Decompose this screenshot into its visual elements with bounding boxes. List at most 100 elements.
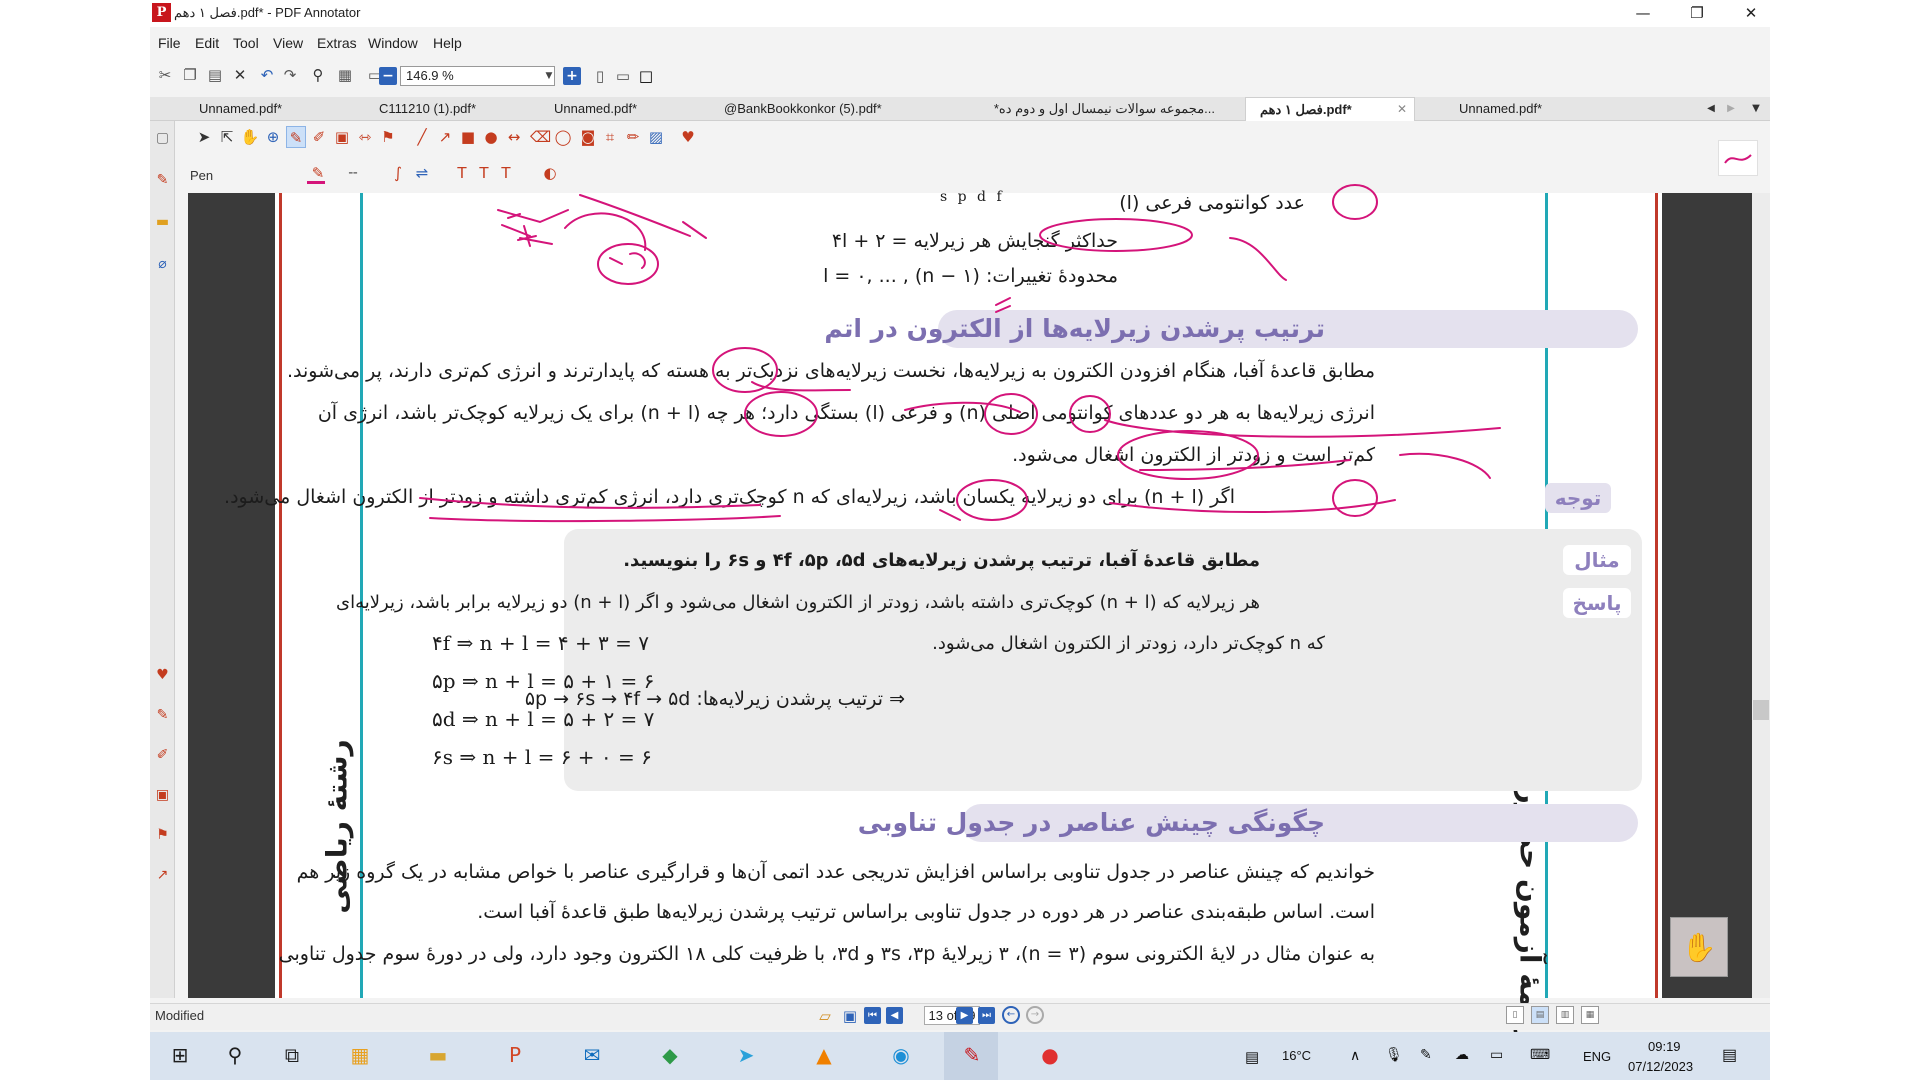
shape-recognition-icon[interactable]: ⇌ bbox=[412, 162, 432, 184]
page-thumbnail-icon[interactable]: ▢ bbox=[153, 129, 172, 148]
text-box-icon[interactable]: ▣ bbox=[332, 126, 352, 148]
continuous-view-icon[interactable]: ▤ bbox=[1531, 1006, 1549, 1024]
file-explorer-icon[interactable]: ▬ bbox=[423, 1040, 453, 1070]
text-underline-icon[interactable]: T bbox=[452, 162, 472, 184]
pen-tool-icon[interactable]: ✎ bbox=[286, 126, 306, 148]
gap-icon[interactable]: ⇿ bbox=[355, 126, 375, 148]
telegram-icon[interactable]: ➤ bbox=[731, 1040, 761, 1070]
favorite-text-icon[interactable]: ▣ bbox=[153, 786, 172, 805]
text-strikeout-icon[interactable]: T bbox=[496, 162, 516, 184]
tab-unnamed-1[interactable]: Unnamed.pdf* bbox=[185, 97, 330, 121]
chevron-down-icon[interactable]: ▼ bbox=[543, 66, 555, 86]
measure-icon[interactable]: ↔ bbox=[504, 126, 524, 148]
two-page-view-icon[interactable]: ▥ bbox=[1556, 1006, 1574, 1024]
weather-icon[interactable]: ▤ bbox=[1245, 1048, 1259, 1066]
menu-help[interactable]: Help bbox=[433, 35, 462, 51]
line-tool-icon[interactable]: ╱ bbox=[412, 126, 432, 148]
powerpoint-icon[interactable]: P bbox=[500, 1040, 530, 1070]
favorites-side-icon[interactable]: ♥ bbox=[153, 666, 172, 685]
delete-icon[interactable]: ✕ bbox=[230, 65, 250, 85]
copy-icon[interactable]: ❐ bbox=[180, 65, 200, 85]
tab-unnamed-2[interactable]: Unnamed.pdf* bbox=[540, 97, 690, 121]
store-icon[interactable]: ▦ bbox=[345, 1040, 375, 1070]
menu-edit[interactable]: Edit bbox=[195, 35, 219, 51]
mail-icon[interactable]: ✉ bbox=[577, 1040, 607, 1070]
tab-scroll-left-icon[interactable]: ◀ bbox=[1702, 99, 1720, 119]
network-icon[interactable]: ☁ bbox=[1455, 1046, 1469, 1063]
vlc-icon[interactable]: ▲ bbox=[809, 1040, 839, 1070]
fit-page-icon[interactable]: ▯ bbox=[590, 66, 610, 86]
battery-icon[interactable]: ▭ bbox=[1490, 1046, 1503, 1063]
pdf-annotator-taskbar-icon[interactable]: ✎ bbox=[957, 1040, 987, 1070]
arrow-tool-icon[interactable]: ↗ bbox=[435, 126, 455, 148]
minimize-button[interactable]: — bbox=[1616, 0, 1670, 27]
back-icon[interactable]: ← bbox=[1002, 1006, 1020, 1024]
lasso-icon[interactable]: ◯ bbox=[553, 126, 573, 148]
pen-side-icon[interactable]: ✎ bbox=[153, 171, 172, 190]
first-page-button[interactable]: ⏮ bbox=[864, 1007, 881, 1024]
smoothing-icon[interactable]: ∫ bbox=[388, 162, 408, 184]
camera-icon[interactable]: ◙ bbox=[578, 126, 598, 148]
zoom-in-button[interactable]: + bbox=[563, 67, 581, 85]
favorite-arrow-icon[interactable]: ↗ bbox=[153, 866, 172, 885]
zoom-tool-icon[interactable]: ⊕ bbox=[263, 126, 283, 148]
stamp-list-icon[interactable]: ▦ bbox=[335, 65, 355, 85]
clock-time[interactable]: 09:19 bbox=[1648, 1039, 1681, 1054]
tab-chapter1[interactable]: فصل ۱ دهم.pdf* bbox=[1245, 97, 1415, 121]
favorite-marker-icon[interactable]: ✐ bbox=[153, 746, 172, 765]
restore-button[interactable]: ❐ bbox=[1670, 0, 1724, 27]
pen-color-swatch[interactable] bbox=[307, 181, 325, 184]
menu-view[interactable]: View bbox=[273, 35, 303, 51]
weather-temp[interactable]: 16°C bbox=[1282, 1048, 1311, 1063]
microphone-icon[interactable]: 🎙 bbox=[1385, 1046, 1403, 1063]
single-page-view-icon[interactable]: ▯ bbox=[1506, 1006, 1524, 1024]
keyboard-icon[interactable]: ⌨ bbox=[1530, 1046, 1550, 1063]
favorites-heart-icon[interactable]: ♥ bbox=[678, 126, 698, 148]
clock-date[interactable]: 07/12/2023 bbox=[1628, 1059, 1693, 1074]
tab-c111210[interactable]: C111210 (1).pdf* bbox=[365, 97, 505, 121]
task-view-icon[interactable]: ⧉ bbox=[277, 1040, 307, 1070]
text-squiggly-icon[interactable]: T bbox=[474, 162, 494, 184]
forward-icon[interactable]: → bbox=[1026, 1006, 1044, 1024]
edge-icon[interactable]: ◉ bbox=[886, 1040, 916, 1070]
pencil-icon[interactable]: ✏ bbox=[623, 126, 643, 148]
attachment-icon[interactable]: ⌀ bbox=[153, 255, 172, 274]
screen-recorder-icon[interactable]: ● bbox=[1035, 1040, 1065, 1070]
pen-menu-icon[interactable]: ✎ bbox=[1420, 1046, 1432, 1063]
menu-file[interactable]: File bbox=[158, 35, 181, 51]
insert-image-icon[interactable]: ▨ bbox=[646, 126, 666, 148]
windows-start-icon[interactable]: ⊞ bbox=[165, 1040, 195, 1070]
search-icon[interactable]: ⚲ bbox=[220, 1040, 250, 1070]
eraser-icon[interactable]: ⌫ bbox=[530, 126, 551, 148]
tray-chevron-up-icon[interactable]: ∧ bbox=[1350, 1047, 1360, 1064]
tab-bankbook[interactable]: @BankBookkonkor (5).pdf* bbox=[710, 97, 920, 121]
marker-tool-icon[interactable]: ✐ bbox=[309, 126, 329, 148]
vector-app-icon[interactable]: ◆ bbox=[655, 1040, 685, 1070]
rectangle-tool-icon[interactable]: ■ bbox=[458, 126, 478, 148]
menu-tool[interactable]: Tool bbox=[233, 35, 259, 51]
hand-tool-icon[interactable]: ✋ bbox=[240, 126, 260, 148]
tab-unnamed-3[interactable]: Unnamed.pdf* bbox=[1445, 97, 1595, 121]
notifications-icon[interactable]: ▤ bbox=[1722, 1045, 1737, 1065]
paste-icon[interactable]: ▤ bbox=[205, 65, 225, 85]
vertical-scrollbar[interactable] bbox=[1752, 193, 1770, 998]
two-continuous-view-icon[interactable]: ▦ bbox=[1581, 1006, 1599, 1024]
zoom-out-button[interactable]: − bbox=[379, 67, 397, 85]
text-select-icon[interactable]: ⇱ bbox=[217, 126, 237, 148]
scrollbar-thumb[interactable] bbox=[1753, 700, 1769, 720]
line-style-icon[interactable]: ╌ bbox=[343, 162, 363, 184]
next-page-button[interactable]: ▶ bbox=[956, 1007, 973, 1024]
screen-icon[interactable]: ▣ bbox=[840, 1006, 860, 1026]
redo-icon[interactable]: ↷ bbox=[280, 65, 300, 85]
last-page-button[interactable]: ⏭ bbox=[978, 1007, 995, 1024]
circle-tool-icon[interactable]: ● bbox=[481, 126, 501, 148]
tab-scroll-right-icon[interactable]: ▶ bbox=[1722, 99, 1740, 119]
select-arrow-icon[interactable]: ➤ bbox=[194, 126, 214, 148]
pen-preview[interactable] bbox=[1718, 140, 1758, 176]
close-tab-icon[interactable]: ✕ bbox=[1397, 97, 1407, 121]
close-window-button[interactable]: ✕ bbox=[1724, 0, 1778, 27]
zoom-input[interactable]: 146.9 % bbox=[400, 66, 555, 86]
favorite-stamp-icon[interactable]: ⚑ bbox=[153, 826, 172, 845]
cut-icon[interactable]: ✂ bbox=[155, 65, 175, 85]
previous-page-button[interactable]: ◀ bbox=[886, 1007, 903, 1024]
